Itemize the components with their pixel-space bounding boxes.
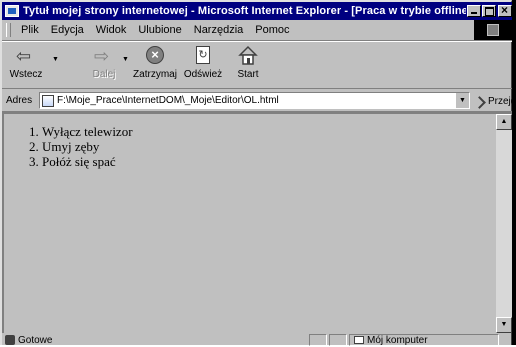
refresh-button[interactable]: ↻ Odśwież — [178, 44, 228, 86]
stop-icon: × — [146, 46, 164, 64]
list-item: Wyłącz telewizor — [42, 124, 496, 139]
forward-button[interactable]: ⇨ Dalej — [84, 44, 124, 86]
computer-icon — [354, 336, 364, 344]
forward-label: Dalej — [92, 69, 116, 80]
status-panel — [309, 334, 327, 346]
refresh-icon: ↻ — [196, 46, 210, 64]
scroll-down-button[interactable]: ▼ — [496, 317, 512, 333]
list-item: Połóż się spać — [42, 154, 496, 169]
address-input[interactable]: F:\Moje_Prace\InternetDOM\_Moje\Editor\O… — [39, 92, 470, 109]
menu-widok[interactable]: Widok — [90, 24, 133, 36]
home-icon — [238, 45, 258, 65]
address-bar: Adres F:\Moje_Prace\InternetDOM\_Moje\Ed… — [2, 90, 516, 112]
windows-logo-icon — [474, 20, 512, 40]
security-zone: Mój komputer — [349, 334, 499, 346]
go-arrow-icon — [474, 95, 486, 107]
back-dropdown-icon[interactable]: ▼ — [52, 56, 59, 63]
back-arrow-icon: ⇦ — [16, 46, 32, 66]
vertical-scrollbar[interactable]: ▲ ▼ — [496, 112, 512, 333]
forward-dropdown-icon[interactable]: ▼ — [122, 56, 129, 63]
address-url: F:\Moje_Prace\InternetDOM\_Moje\Editor\O… — [57, 95, 279, 106]
status-text: Gotowe — [18, 334, 53, 346]
stop-label: Zatrzymaj — [133, 69, 177, 80]
page-icon — [42, 94, 54, 107]
back-label: Wstecz — [9, 69, 43, 80]
maximize-button[interactable] — [482, 5, 496, 17]
page-content: Wyłącz telewizor Umyj zęby Połóż się spa… — [2, 112, 496, 333]
window-edge — [512, 0, 516, 345]
standard-toolbar: ⇦ Wstecz ▼ ⇨ Dalej ▼ × Zatrzymaj ↻ Odświ… — [2, 41, 512, 89]
window-title: Tytuł mojej strony internetowej - Micros… — [23, 5, 466, 17]
menu-ulubione[interactable]: Ulubione — [132, 24, 187, 36]
address-dropdown-button[interactable]: ▼ — [455, 93, 469, 108]
menu-plik[interactable]: Plik — [15, 24, 45, 36]
toolbar-grip[interactable] — [6, 23, 11, 37]
zone-label: Mój komputer — [367, 334, 428, 346]
close-button[interactable] — [498, 3, 512, 17]
address-label: Adres — [6, 95, 33, 106]
menu-edycja[interactable]: Edycja — [45, 24, 90, 36]
scroll-up-button[interactable]: ▲ — [496, 114, 512, 130]
stop-button[interactable]: × Zatrzymaj — [130, 44, 180, 86]
list-item: Umyj zęby — [42, 139, 496, 154]
menu-pomoc[interactable]: Pomoc — [249, 24, 295, 36]
home-button[interactable]: Start — [228, 44, 268, 86]
menu-narzedzia[interactable]: Narzędzia — [188, 24, 250, 36]
go-button[interactable]: Przejdź — [474, 93, 516, 109]
browser-window: Tytuł mojej strony internetowej - Micros… — [0, 0, 516, 346]
status-page-icon — [5, 335, 15, 345]
ordered-list: Wyłącz telewizor Umyj zęby Połóż się spa… — [4, 124, 496, 169]
refresh-label: Odśwież — [183, 69, 223, 80]
forward-arrow-icon: ⇨ — [94, 46, 110, 66]
menu-bar: Plik Edycja Widok Ulubione Narzędzia Pom… — [2, 20, 512, 41]
title-bar[interactable]: Tytuł mojej strony internetowej - Micros… — [2, 2, 512, 20]
home-label: Start — [237, 69, 259, 80]
status-panel — [329, 334, 347, 346]
back-button[interactable]: ⇦ Wstecz — [4, 44, 48, 86]
minimize-button[interactable] — [467, 5, 481, 17]
ie-page-icon[interactable] — [5, 5, 19, 17]
